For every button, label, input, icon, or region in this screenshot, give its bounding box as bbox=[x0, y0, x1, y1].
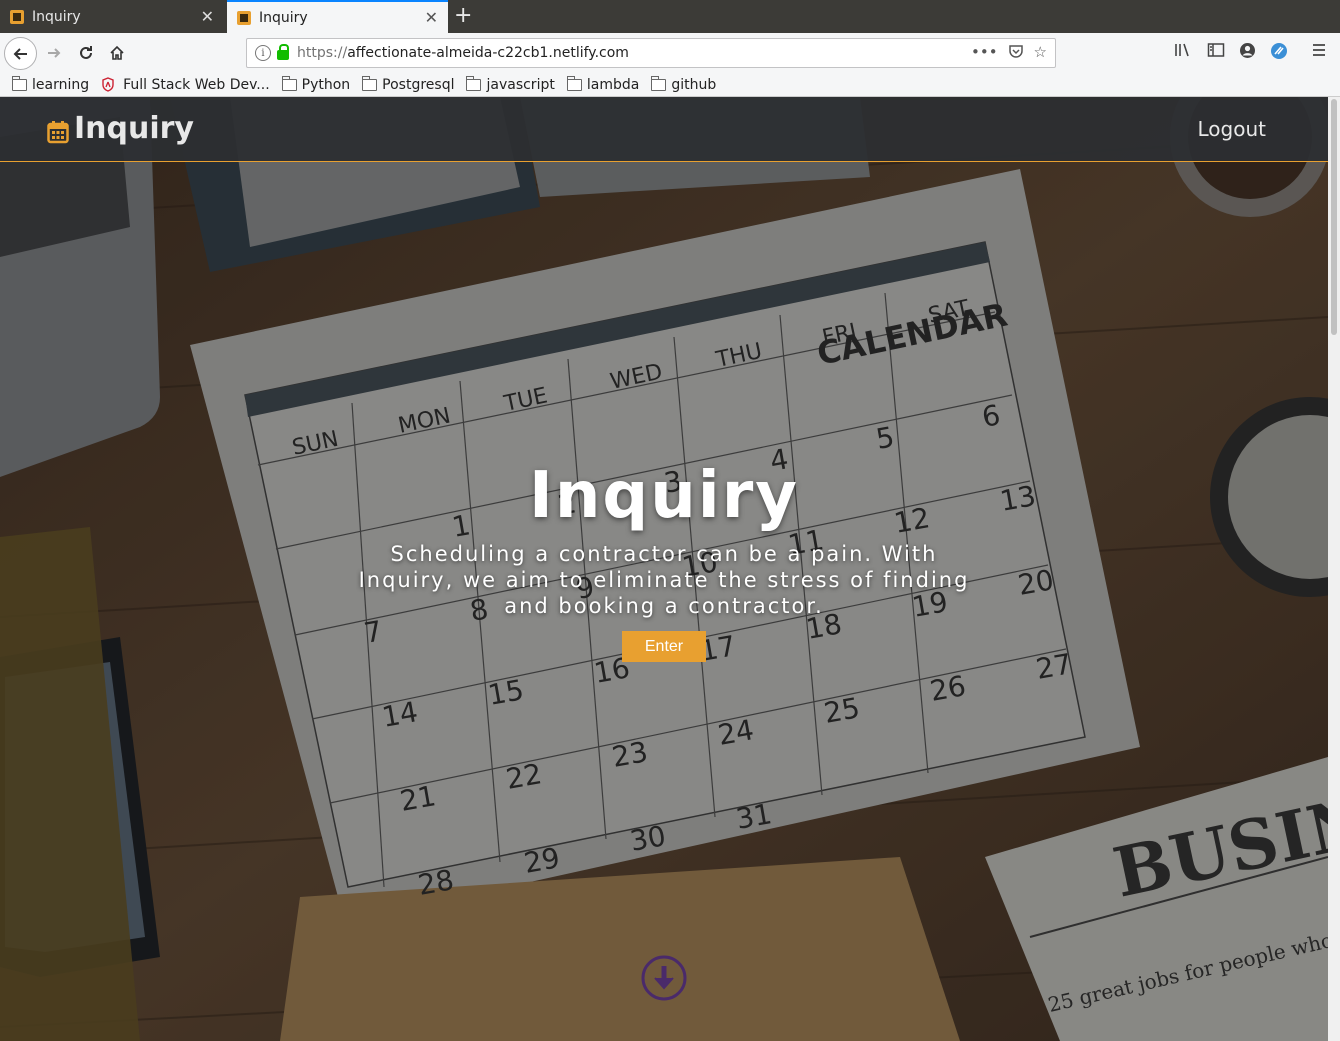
site-header: Inquiry Logout bbox=[0, 97, 1328, 162]
secure-lock-icon[interactable] bbox=[277, 44, 289, 60]
bookmark-learning[interactable]: learning bbox=[12, 75, 89, 93]
bookmark-lambda[interactable]: lambda bbox=[566, 75, 639, 93]
site-favicon-icon bbox=[10, 10, 24, 24]
navigation-toolbar: i https://affectionate-almeida-c22cb1.ne… bbox=[0, 33, 1340, 73]
hero-section: Inquiry Scheduling a contractor can be a… bbox=[0, 457, 1328, 662]
bookmark-star-icon[interactable]: ☆ bbox=[1034, 43, 1047, 63]
folder-icon bbox=[566, 75, 582, 91]
url-bar[interactable]: i https://affectionate-almeida-c22cb1.ne… bbox=[246, 38, 1056, 68]
library-icon[interactable] bbox=[1174, 42, 1192, 62]
bookmark-postgresql[interactable]: Postgresql bbox=[362, 75, 454, 93]
forward-button[interactable] bbox=[40, 39, 68, 67]
brand-name: Inquiry bbox=[74, 111, 194, 146]
tab-title: Inquiry bbox=[32, 9, 81, 25]
back-arrow-icon bbox=[13, 47, 27, 60]
bookmark-javascript[interactable]: javascript bbox=[466, 75, 555, 93]
scroll-down-arrow-icon[interactable] bbox=[640, 954, 688, 1002]
reload-button[interactable] bbox=[72, 39, 100, 67]
bookmarks-toolbar: learning Full Stack Web Dev... Python Po… bbox=[0, 73, 1340, 97]
account-icon[interactable] bbox=[1239, 42, 1256, 63]
forward-arrow-icon bbox=[48, 48, 61, 58]
close-tab-icon[interactable]: ✕ bbox=[425, 9, 438, 26]
home-icon bbox=[110, 45, 124, 60]
enter-button[interactable]: Enter bbox=[622, 631, 706, 662]
url-text[interactable]: https://affectionate-almeida-c22cb1.netl… bbox=[297, 45, 629, 61]
pocket-icon[interactable] bbox=[1008, 43, 1024, 63]
browser-tab-1[interactable]: Inquiry ✕ bbox=[0, 1, 224, 33]
extension-icon[interactable] bbox=[1270, 42, 1288, 64]
brand-logo[interactable]: Inquiry bbox=[47, 111, 194, 146]
home-button[interactable] bbox=[103, 39, 131, 67]
bookmark-full-stack[interactable]: Full Stack Web Dev... bbox=[101, 77, 270, 93]
hero-description: Scheduling a contractor can be a pain. W… bbox=[358, 542, 970, 618]
logout-link[interactable]: Logout bbox=[1198, 117, 1266, 141]
close-tab-icon[interactable]: ✕ bbox=[201, 9, 214, 25]
new-tab-icon[interactable]: + bbox=[454, 4, 472, 28]
folder-icon bbox=[651, 75, 667, 91]
reload-icon bbox=[80, 46, 92, 59]
folder-icon bbox=[12, 75, 27, 91]
hero-title: Inquiry bbox=[529, 459, 799, 533]
site-favicon-icon bbox=[237, 10, 251, 25]
tab-bar: Inquiry ✕ Inquiry ✕ + bbox=[0, 0, 1340, 33]
page-scrollbar[interactable] bbox=[1328, 97, 1340, 1041]
page-viewport: BUSIN 25 great jobs for people who love … bbox=[0, 97, 1328, 1041]
scrollbar-thumb[interactable] bbox=[1331, 99, 1337, 335]
sidebar-icon[interactable] bbox=[1207, 42, 1225, 62]
folder-icon bbox=[281, 75, 297, 91]
page-actions-icon[interactable]: ••• bbox=[971, 43, 998, 63]
menu-icon[interactable] bbox=[1311, 42, 1327, 61]
shield-icon bbox=[101, 77, 115, 92]
tab-title: Inquiry bbox=[259, 9, 308, 26]
page-info-icon[interactable]: i bbox=[255, 45, 271, 61]
browser-tab-2[interactable]: Inquiry ✕ bbox=[227, 0, 448, 33]
bookmark-github[interactable]: github bbox=[651, 75, 716, 93]
bookmark-python[interactable]: Python bbox=[281, 75, 350, 93]
folder-icon bbox=[362, 75, 378, 91]
back-button[interactable] bbox=[4, 37, 37, 70]
folder-icon bbox=[466, 75, 482, 91]
calendar-icon bbox=[47, 117, 69, 143]
